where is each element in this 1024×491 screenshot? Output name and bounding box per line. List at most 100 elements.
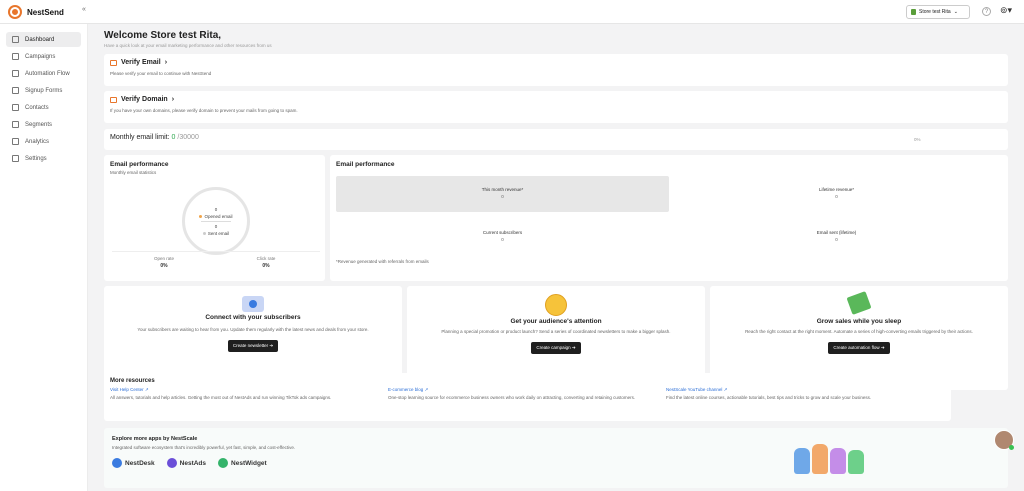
email-limit-card: Monthly email limit: 0 /30000 0% xyxy=(104,129,1008,150)
segments-icon xyxy=(12,121,19,128)
sidebar-item-segments[interactable]: Segments xyxy=(6,117,81,132)
chevron-right-icon: › xyxy=(171,96,175,103)
lifetime-label: Lifetime revenue* xyxy=(818,187,855,192)
app-nestads[interactable]: NestAds xyxy=(166,458,207,468)
mascots-illustration xyxy=(794,438,864,474)
sidebar-item-settings[interactable]: Settings xyxy=(6,151,81,166)
lifetime-value: 0 xyxy=(835,194,838,199)
nestwidget-icon xyxy=(218,458,229,468)
sent-legend: Sent email xyxy=(202,231,229,236)
flow-icon xyxy=(12,70,19,77)
limit-label: Monthly email limit: xyxy=(110,134,170,141)
verify-domain-link[interactable]: Verify Domain › xyxy=(110,96,1002,103)
app-name: NestWidget xyxy=(231,459,267,467)
panel-subtitle: Monthly email statistics xyxy=(110,170,157,175)
promo-title: Get your audience's attention xyxy=(510,318,602,325)
current-subscribers: Current subscribers 0 xyxy=(336,230,669,242)
smiley-illustration-icon xyxy=(545,294,567,316)
sidebar-item-campaigns[interactable]: Campaigns xyxy=(6,49,81,64)
limit-progress-bar xyxy=(110,141,1002,142)
nestads-icon xyxy=(166,458,177,468)
click-rate-label: Click rate xyxy=(256,256,276,261)
help-icon[interactable]: ? xyxy=(982,7,991,16)
email-sent-lifetime: Email sent (lifetime) 0 xyxy=(670,230,1003,242)
promo-title: Connect with your subscribers xyxy=(205,314,301,321)
sidebar-item-contacts[interactable]: Contacts xyxy=(6,100,81,115)
promo-text: Planning a special promotion or product … xyxy=(441,329,671,334)
divider xyxy=(112,251,320,252)
sidebar-item-label: Dashboard xyxy=(25,36,55,43)
form-icon xyxy=(12,87,19,94)
panel-title: Email performance xyxy=(336,161,395,168)
resource-blog: E-commerce blog ↗ One-stop learning sourc… xyxy=(388,387,658,401)
open-rate: Open rate 0% xyxy=(144,256,184,269)
store-selector[interactable]: Store test Rita ⌄ xyxy=(906,5,970,19)
app-name: NestAds xyxy=(179,459,207,467)
nestdesk-icon xyxy=(112,458,122,468)
sidebar-item-dashboard[interactable]: Dashboard xyxy=(6,32,81,47)
sidebar-item-label: Settings xyxy=(25,155,47,162)
help-center-link[interactable]: Visit Help Center ↗ xyxy=(110,387,380,393)
app-logo[interactable]: NestSend xyxy=(8,5,64,19)
support-chat-avatar[interactable] xyxy=(994,430,1014,450)
opened-legend: Opened email xyxy=(199,214,233,219)
limit-percent: 0% xyxy=(914,137,921,142)
create-newsletter-button[interactable]: Create newsletter ➔ xyxy=(227,340,279,352)
verify-email-title: Verify Email xyxy=(121,59,161,66)
sent-value: 0 xyxy=(214,223,218,229)
donut-divider xyxy=(201,220,231,222)
apps-text: Integrated software ecosystem that's inc… xyxy=(112,445,296,450)
resource-youtube: NestScale YouTube channel ↗ Find the late… xyxy=(666,387,936,401)
sidebar-item-label: Signup Forms xyxy=(25,87,63,94)
verify-email-card: Verify Email › Please verify your email t… xyxy=(104,54,1008,86)
resource-text: All answers, tutorials and help articles… xyxy=(110,395,332,400)
sidebar-nav: Dashboard Campaigns Automation Flow Sign… xyxy=(0,32,87,166)
click-rate-value: 0% xyxy=(262,263,270,269)
apps-title: Explore more apps by NestScale xyxy=(112,436,198,442)
collapse-sidebar-icon[interactable]: « xyxy=(82,6,86,13)
resource-text: Find the latest online courses, actionab… xyxy=(666,395,872,400)
sidebar: Dashboard Campaigns Automation Flow Sign… xyxy=(0,24,88,491)
resource-help-center: Visit Help Center ↗ All answers, tutorial… xyxy=(110,387,380,401)
panel-title: Email performance xyxy=(110,161,169,168)
limit-used: 0 xyxy=(171,134,176,141)
verify-email-text: Please verify your email to continue wit… xyxy=(110,71,212,76)
resources-title: More resources xyxy=(110,378,155,384)
app-name: NestDesk xyxy=(125,459,155,467)
verify-email-link[interactable]: Verify Email › xyxy=(110,59,1002,66)
sent-life-value: 0 xyxy=(835,237,838,242)
contacts-icon xyxy=(12,104,19,111)
sidebar-item-signup-forms[interactable]: Signup Forms xyxy=(6,83,81,98)
gear-icon xyxy=(12,155,19,162)
main-content: Welcome Store test Rita, Have a quick lo… xyxy=(96,24,1016,491)
megaphone-icon xyxy=(12,53,19,60)
this-month-revenue: This month revenue* 0 xyxy=(336,187,669,199)
sidebar-item-automation-flow[interactable]: Automation Flow xyxy=(6,66,81,81)
create-automation-flow-button[interactable]: Create automation flow ➔ xyxy=(828,342,890,354)
shopify-bag-icon xyxy=(911,9,916,15)
youtube-link[interactable]: NestScale YouTube channel ↗ xyxy=(666,387,936,393)
app-list: NestDesk NestAds NestWidget xyxy=(112,458,1000,468)
app-nestwidget[interactable]: NestWidget xyxy=(218,458,267,468)
verify-domain-text: If you have your own domains, please ver… xyxy=(110,108,298,113)
home-icon xyxy=(12,36,19,43)
email-performance-right: Email performance This month revenue* 0 L… xyxy=(330,155,1008,281)
revenue-note: *Revenue generated with referrals from e… xyxy=(336,259,429,264)
domain-icon xyxy=(110,96,117,103)
create-campaign-button[interactable]: Create campaign ➔ xyxy=(531,342,581,354)
chevron-down-icon: ⌄ xyxy=(953,9,958,15)
subscribers-label: Current subscribers xyxy=(482,230,523,235)
open-rate-label: Open rate xyxy=(153,256,174,261)
app-nestdesk[interactable]: NestDesk xyxy=(112,458,155,468)
blog-link[interactable]: E-commerce blog ↗ xyxy=(388,387,658,393)
sidebar-item-analytics[interactable]: Analytics xyxy=(6,134,81,149)
click-rate: Click rate 0% xyxy=(246,256,286,269)
page-title: Welcome Store test Rita, xyxy=(104,30,222,41)
more-resources-card: More resources Visit Help Center ↗ All an… xyxy=(104,373,951,421)
verify-domain-card: Verify Domain › If you have your own doma… xyxy=(104,91,1008,123)
sent-dot-icon xyxy=(202,231,206,235)
page-subtitle: Have a quick look at your email marketin… xyxy=(104,43,272,48)
sidebar-item-label: Analytics xyxy=(25,138,50,145)
account-menu-icon[interactable]: ⊚▾ xyxy=(1000,5,1012,16)
chevron-right-icon: › xyxy=(164,59,168,66)
